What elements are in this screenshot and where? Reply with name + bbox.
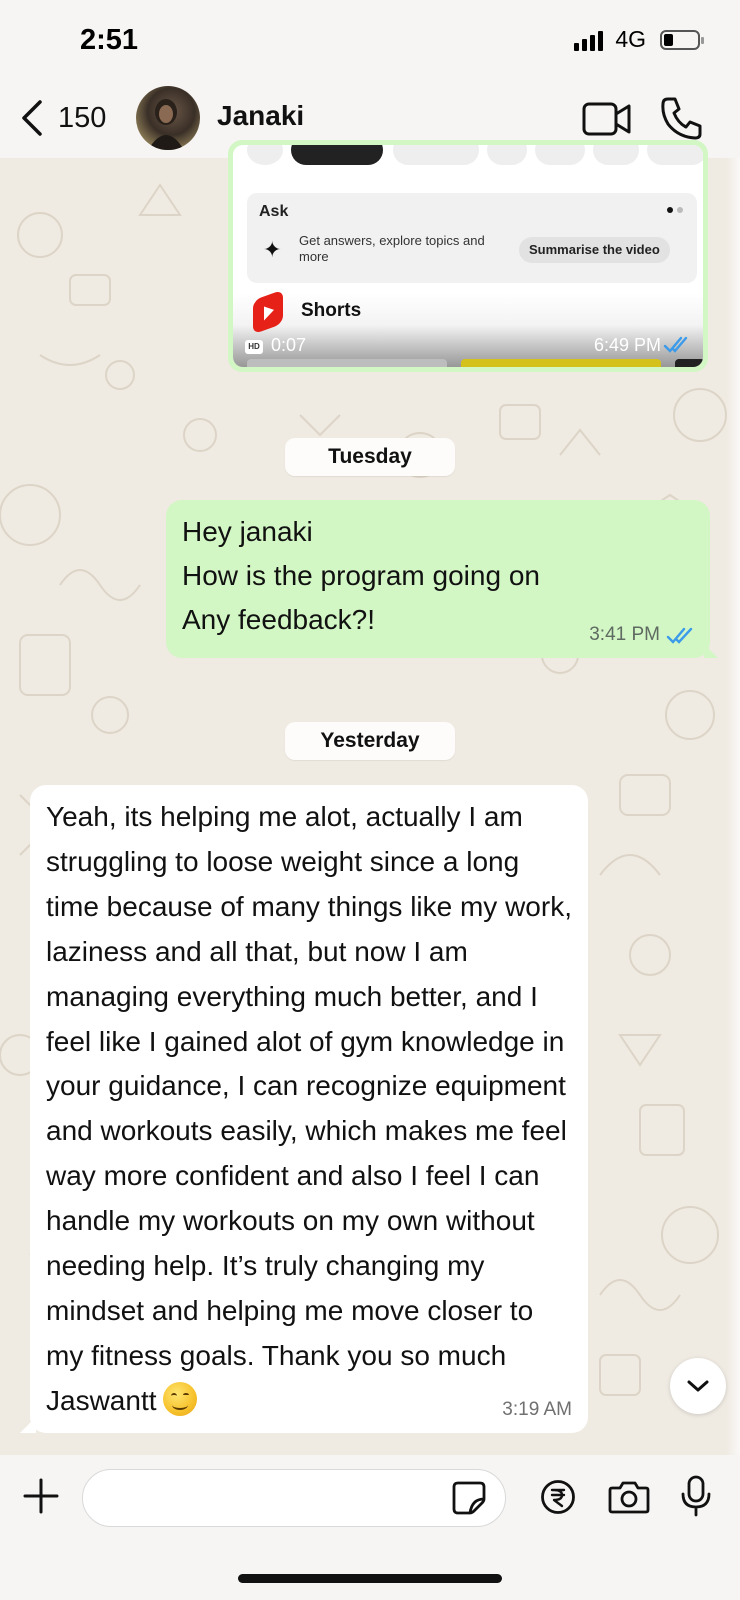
short-thumbnail-3: [675, 359, 703, 367]
signal-icon: [574, 29, 604, 51]
incoming-message[interactable]: Yeah, its helping me alot, actually I am…: [20, 785, 588, 1433]
rupee-icon: [541, 1480, 575, 1514]
ask-panel: Ask ✦ Get answers, explore topics and mo…: [247, 193, 697, 283]
chevron-left-icon: [22, 100, 42, 136]
message-time: 3:41 PM: [589, 624, 660, 645]
plus-icon: [23, 1478, 59, 1514]
sparkle-icon: ✦: [263, 237, 282, 262]
message-line: Any feedback?!: [182, 604, 376, 635]
message-input[interactable]: [82, 1469, 506, 1527]
short-thumbnail-2: [461, 359, 661, 367]
shorts-label: Shorts: [301, 300, 362, 321]
video-action-chips: [247, 145, 703, 175]
chevron-down-icon: [687, 1380, 709, 1392]
network-label: 4G: [615, 26, 646, 52]
message-line: Hey janaki: [182, 516, 313, 547]
ask-title: Ask: [259, 203, 289, 220]
status-indicators: 4G: [574, 26, 704, 53]
video-call-button[interactable]: [582, 98, 632, 145]
scroll-to-bottom-button[interactable]: [670, 1358, 726, 1414]
message-body: Yeah, its helping me alot, actually I am…: [46, 801, 572, 1416]
read-receipt-icon: [663, 336, 688, 353]
scroll-edge-highlight: [726, 155, 740, 1455]
subscribe-chip: [291, 145, 383, 165]
microphone-icon: [681, 1475, 711, 1517]
date-separator: Tuesday: [285, 438, 455, 476]
share-chip: [535, 145, 585, 165]
smiling-face-emoji-icon: [162, 1381, 197, 1416]
unread-count: 150: [58, 101, 107, 134]
sticker-button[interactable]: [452, 1481, 486, 1520]
read-receipt-icon: [666, 627, 693, 644]
date-separator: Yesterday: [285, 722, 455, 760]
summarise-chip: Summarise the video: [519, 237, 670, 263]
save-chip: [647, 145, 703, 165]
like-chip: [393, 145, 479, 165]
media-message[interactable]: Ask ✦ Get answers, explore topics and mo…: [228, 140, 708, 372]
hd-badge: HD: [245, 340, 263, 354]
voice-call-button[interactable]: [660, 96, 702, 145]
message-text: Yeah, its helping me alot, actually I am…: [46, 795, 576, 1424]
dislike-chip: [487, 145, 527, 165]
battery-icon: [660, 29, 704, 50]
status-bar: 2:51 4G: [0, 0, 740, 80]
contact-name[interactable]: Janaki: [217, 100, 304, 132]
camera-icon: [608, 1481, 650, 1514]
video-preview[interactable]: Ask ✦ Get answers, explore topics and mo…: [233, 145, 703, 367]
short-thumbnail-1: [247, 359, 447, 367]
back-button[interactable]: 150: [18, 94, 106, 142]
sticker-icon: [452, 1481, 486, 1515]
message-time: 6:49 PM: [593, 335, 661, 355]
payment-button[interactable]: [540, 1479, 576, 1520]
message-time: 3:19 AM: [502, 1399, 572, 1420]
status-time: 2:51: [80, 24, 139, 56]
download-chip: [593, 145, 639, 165]
outgoing-message[interactable]: Hey janaki How is the program going on A…: [166, 500, 718, 658]
channel-avatar: [247, 145, 283, 165]
camera-button[interactable]: [608, 1479, 650, 1520]
avatar[interactable]: [136, 86, 200, 150]
message-line: How is the program going on: [182, 560, 540, 591]
attach-button[interactable]: [22, 1477, 60, 1520]
video-camera-icon: [582, 102, 631, 136]
phone-icon: [661, 97, 702, 140]
ask-description: Get answers, explore topics and more: [299, 233, 485, 264]
home-indicator: [238, 1574, 502, 1583]
pager-dots: [667, 207, 683, 213]
video-duration: 0:07: [271, 335, 307, 355]
voice-message-button[interactable]: [680, 1475, 712, 1522]
avatar-photo: [148, 99, 184, 150]
